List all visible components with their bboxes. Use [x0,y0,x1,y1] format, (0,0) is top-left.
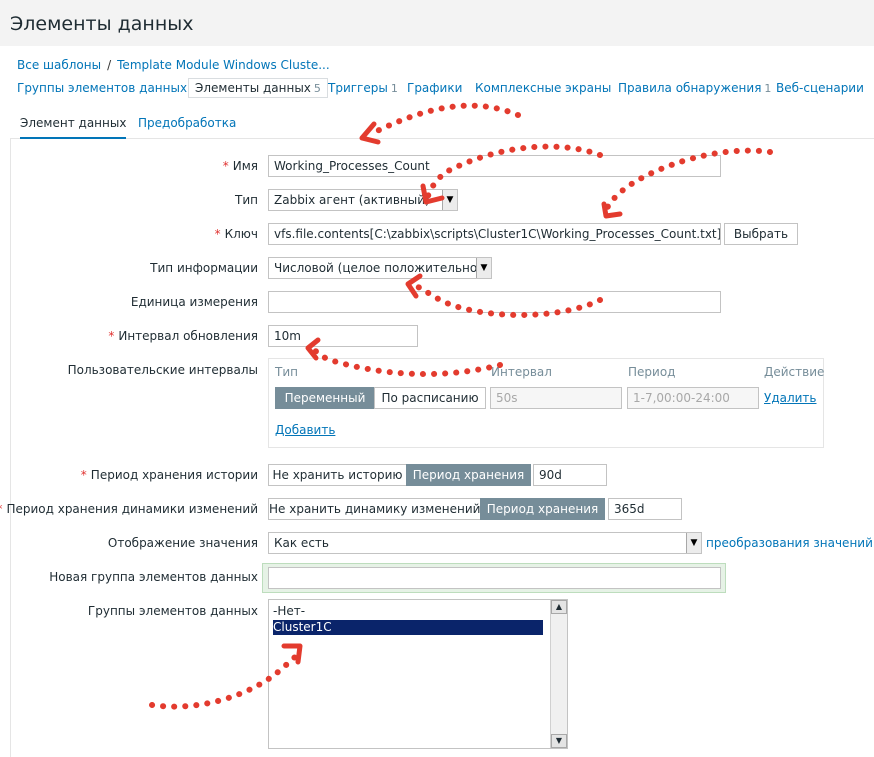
key-input[interactable]: vfs.file.contents[C:\zabbix\scripts\Clus… [268,223,721,245]
select-key-button[interactable]: Выбрать [724,223,798,245]
col-type: Тип [275,365,298,379]
new-app-input[interactable] [268,567,721,589]
trends-input[interactable]: 365d [608,498,682,520]
units-input[interactable] [268,291,721,313]
scroll-down-icon[interactable]: ▼ [551,734,567,748]
nav-graphs[interactable]: Графики [407,81,462,95]
form-tabs: Элемент данных Предобработка [10,110,874,139]
name-input[interactable]: Working_Processes_Count [268,155,721,177]
list-item-selected[interactable]: Cluster1C [273,620,543,635]
show-value-select[interactable]: Как есть ▼ [268,532,702,554]
show-value-label: Отображение значения [107,536,258,550]
add-interval-link[interactable]: Добавить [275,423,335,437]
custom-intervals-table: Тип Интервал Период Действие Переменный … [268,358,824,448]
period-input[interactable]: 1-7,00:00-24:00 [627,387,759,409]
nav-web[interactable]: Веб-сценарии [776,81,864,95]
breadcrumb-template[interactable]: Template Module Windows Cluste... [117,58,330,72]
type-select[interactable]: Zabbix агент (активный) ▼ [268,189,458,211]
remove-interval-link[interactable]: Удалить [764,391,817,405]
tab-item[interactable]: Элемент данных [20,116,127,139]
interval-input[interactable]: 50s [490,387,622,409]
history-label: * Период хранения истории [80,468,258,482]
chevron-down-icon: ▼ [476,258,491,278]
trends-no-keep-button[interactable]: Не хранить динамику изменений [268,498,481,520]
page-title: Элементы данных [10,13,194,35]
apps-listbox[interactable]: -Нет- Cluster1C ▲ ▼ [268,599,568,749]
list-item[interactable]: -Нет- [273,604,305,619]
nav-items[interactable]: Элементы данных 5 [188,78,328,98]
col-action: Действие [764,365,825,379]
history-input[interactable]: 90d [533,464,607,486]
info-type-select[interactable]: Числовой (целое положительное) ▼ [268,257,492,279]
listbox-scrollbar[interactable]: ▲ ▼ [550,600,567,748]
breadcrumb: Все шаблоны / Template Module Windows Clus… [17,58,330,72]
trends-keep-button[interactable]: Период хранения [480,498,605,520]
custom-intervals-label: Пользовательские интервалы [67,363,258,377]
new-app-label: Новая группа элементов данных [49,570,258,584]
breadcrumb-all-templates[interactable]: Все шаблоны [17,58,101,72]
scroll-up-icon[interactable]: ▲ [551,600,567,614]
chevron-down-icon: ▼ [686,533,701,553]
update-interval-label: * Интервал обновления [108,329,258,343]
nav-discovery[interactable]: Правила обнаружения 1 [618,81,771,95]
scheduling-button[interactable]: По расписанию [374,387,486,409]
update-interval-input[interactable]: 10m [268,325,418,347]
col-period: Период [628,365,676,379]
type-label: Тип [235,193,258,207]
trends-label: *Период хранения динамики изменений [0,502,258,516]
value-mapping-link[interactable]: преобразования значений [706,536,873,550]
breadcrumb-separator: / [107,58,112,72]
nav-screens[interactable]: Комплексные экраны [475,81,611,95]
page-header: Элементы данных [0,0,874,46]
tab-preprocessing[interactable]: Предобработка [138,116,236,130]
history-no-keep-button[interactable]: Не хранить историю [268,464,407,486]
nav-triggers[interactable]: Триггеры 1 [328,81,398,95]
nav-applications[interactable]: Группы элементов данных1 [17,81,197,95]
flexible-button[interactable]: Переменный [275,387,375,409]
col-interval: Интервал [491,365,552,379]
apps-label: Группы элементов данных [87,604,258,618]
units-label: Единица измерения [130,295,258,309]
host-nav: Группы элементов данных1 Элементы данных… [0,78,874,102]
info-type-label: Тип информации [150,261,258,275]
name-label: * Имя [222,159,258,173]
history-keep-button[interactable]: Период хранения [406,464,531,486]
chevron-down-icon: ▼ [442,190,457,210]
key-label: * Ключ [214,227,258,241]
